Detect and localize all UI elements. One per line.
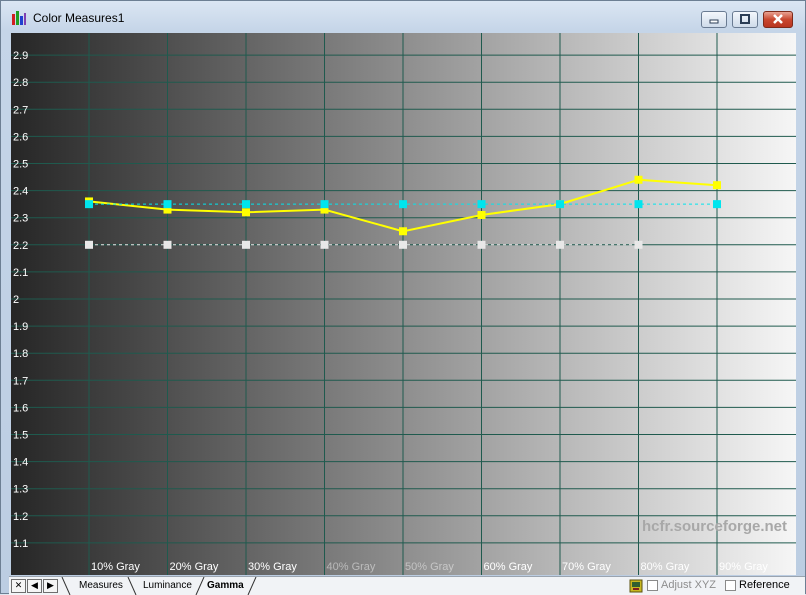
y-tick-label: 2.9 xyxy=(13,50,28,62)
tab-separator xyxy=(127,577,137,595)
close-sheet-button[interactable]: ✕ xyxy=(11,579,26,593)
x-tick-label: 50% Gray xyxy=(405,561,454,573)
data-point-2 xyxy=(242,240,250,249)
instrument-icon[interactable] xyxy=(629,579,643,593)
data-point-1 xyxy=(713,200,721,209)
data-point-2 xyxy=(85,240,93,249)
minimize-icon xyxy=(709,19,719,24)
close-icon xyxy=(773,14,783,24)
data-point-1 xyxy=(634,200,643,209)
y-tick-label: 2.6 xyxy=(13,131,28,143)
data-point-1 xyxy=(163,200,172,209)
y-tick-label: 2.1 xyxy=(13,267,28,279)
y-tick-label: 2.4 xyxy=(13,186,28,198)
y-tick-label: 2.5 xyxy=(13,159,28,171)
data-point-1 xyxy=(85,200,93,209)
y-tick-label: 1.6 xyxy=(13,402,28,414)
y-tick-label: 2.8 xyxy=(13,77,28,89)
y-tick-label: 2.3 xyxy=(13,213,28,225)
data-point-2 xyxy=(556,240,564,249)
data-point-1 xyxy=(320,200,329,209)
y-tick-label: 2.7 xyxy=(13,104,28,116)
adjust-xyz-checkbox[interactable] xyxy=(647,580,658,591)
bar-chart-icon xyxy=(12,11,26,25)
x-tick-label: 10% Gray xyxy=(91,561,140,573)
prev-sheet-button[interactable]: ◀ xyxy=(27,579,42,593)
watermark: hcfr.sourceforge.net xyxy=(642,518,787,535)
chart-canvas: 2.9 2.8 2.7 2.6 2.5 2.4 2.3 2.2 2.1 2 1.9 1.8 1.7 1.6… xyxy=(11,33,796,575)
y-tick-label: 1.4 xyxy=(13,457,28,469)
x-tick-label: 60% Gray xyxy=(484,561,533,573)
x-tick-label: 30% Gray xyxy=(248,561,297,573)
tab-measures[interactable]: Measures xyxy=(79,577,123,595)
tab-separator xyxy=(195,577,205,595)
x-tick-label: 40% Gray xyxy=(327,561,376,573)
data-point-2 xyxy=(399,240,407,249)
minimize-button[interactable] xyxy=(701,11,727,28)
data-point-2 xyxy=(320,240,329,249)
adjust-xyz-label: Adjust XYZ xyxy=(661,579,717,591)
data-point-2 xyxy=(163,240,172,249)
data-point-2 xyxy=(634,240,643,249)
x-tick-label: 70% Gray xyxy=(562,561,611,573)
x-tick-label: 80% Gray xyxy=(641,561,690,573)
y-tick-label: 1.3 xyxy=(13,484,28,496)
data-point-1 xyxy=(477,200,486,209)
x-tick-label: 90% Gray xyxy=(719,561,768,573)
tab-luminance[interactable]: Luminance xyxy=(143,577,192,595)
x-tick-label: 20% Gray xyxy=(170,561,219,573)
restore-icon xyxy=(740,14,750,24)
gamma-chart: 2.9 2.8 2.7 2.6 2.5 2.4 2.3 2.2 2.1 2 1.9 1.8 1.7 1.6… xyxy=(11,33,796,575)
y-tick-label: 2.2 xyxy=(13,240,28,252)
data-point-2 xyxy=(477,240,486,249)
title-bar[interactable]: Color Measures1 xyxy=(1,1,805,33)
y-tick-label: 1.9 xyxy=(13,321,28,333)
y-tick-label: 1.1 xyxy=(13,538,28,550)
data-point-1 xyxy=(242,200,250,209)
data-point-0 xyxy=(242,208,250,217)
tab-separator xyxy=(247,577,257,595)
sheet-tab-bar: ✕ ◀ ▶ Measures Luminance Gamma Adjust XY… xyxy=(9,576,805,595)
data-point-1 xyxy=(399,200,407,209)
y-tick-label: 1.2 xyxy=(13,511,28,523)
y-tick-label: 1.7 xyxy=(13,375,28,387)
color-measures-window: Color Measures1 2.9 2.8 2.7 2.6 2.5 2.4 … xyxy=(0,0,806,595)
tab-separator xyxy=(61,577,71,595)
close-button[interactable] xyxy=(763,11,793,28)
tab-gamma[interactable]: Gamma xyxy=(207,577,244,595)
reference-label: Reference xyxy=(739,579,790,591)
y-tick-label: 1.8 xyxy=(13,348,28,360)
reference-checkbox[interactable] xyxy=(725,580,736,591)
data-point-0 xyxy=(477,210,486,219)
next-sheet-button[interactable]: ▶ xyxy=(43,579,58,593)
y-tick-label: 1.5 xyxy=(13,430,28,442)
data-point-0 xyxy=(634,175,643,184)
maximize-button[interactable] xyxy=(732,11,758,28)
data-point-0 xyxy=(713,181,721,190)
data-point-0 xyxy=(399,227,407,236)
y-tick-label: 2 xyxy=(13,294,19,306)
window-title: Color Measures1 xyxy=(33,11,125,25)
data-point-1 xyxy=(556,200,564,209)
